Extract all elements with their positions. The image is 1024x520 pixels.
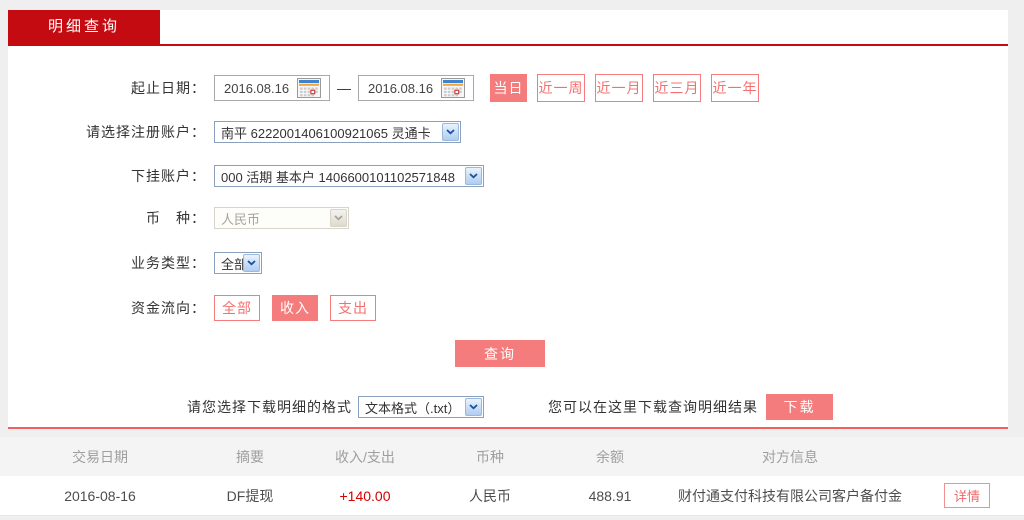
fund-flow-income-button[interactable]: 收入: [272, 294, 318, 321]
table-header-row: 交易日期 摘要 收入/支出 币种 余额 对方信息: [0, 437, 1024, 476]
currency-value: 人民币: [221, 211, 261, 227]
header-balance: 余额: [596, 448, 624, 465]
business-type-row: 业务类型： 全部: [0, 251, 1000, 275]
cell-balance: 488.91: [588, 487, 632, 504]
end-date-field: [358, 75, 474, 101]
business-type-select[interactable]: 全部: [214, 252, 262, 274]
sub-account-label: 下挂账户：: [131, 168, 206, 184]
download-row: 请您选择下载明细的格式 文本格式（.txt） 您可以在这里下载查询明细结果 下载: [0, 394, 1000, 420]
end-date-input[interactable]: [359, 80, 441, 96]
tab-underline: [8, 44, 1008, 46]
panel-bottom-divider: [8, 427, 1008, 429]
chevron-down-icon: [243, 254, 260, 272]
date-range-row: 起止日期： —: [0, 74, 1000, 102]
start-date-input[interactable]: [215, 80, 297, 96]
chevron-down-icon: [442, 123, 459, 141]
fund-flow-label: 资金流向：: [131, 299, 206, 316]
cell-currency: 人民币: [469, 487, 511, 504]
download-hint: 您可以在这里下载查询明细结果: [548, 399, 758, 415]
detail-button[interactable]: 详情: [943, 483, 990, 508]
range-last-week-button[interactable]: 近一周: [537, 74, 585, 102]
register-account-row: 请选择注册账户： 南平 6222001406100921065 灵通卡: [0, 120, 1000, 144]
header-summary: 摘要: [236, 448, 264, 465]
header-income-expense: 收入/支出: [335, 448, 395, 465]
register-account-select[interactable]: 南平 6222001406100921065 灵通卡: [214, 121, 461, 143]
download-format-value: 文本格式（.txt）: [365, 400, 461, 416]
business-type-label: 业务类型：: [131, 255, 206, 271]
cell-counterparty: 财付通支付科技有限公司客户备付金: [678, 487, 902, 504]
fund-flow-expense-button[interactable]: 支出: [330, 294, 376, 321]
header-counterparty: 对方信息: [762, 448, 818, 465]
date-separator: —: [337, 80, 351, 96]
sub-account-value: 000 活期 基本户 1406600101102571848: [221, 169, 455, 185]
header-transaction-date: 交易日期: [72, 448, 128, 465]
fund-flow-all-button[interactable]: 全部: [214, 294, 260, 321]
cell-transaction-date: 2016-08-16: [64, 487, 136, 504]
cell-actions: 详情: [910, 483, 1024, 508]
currency-row: 币 种： 人民币: [0, 206, 1000, 230]
business-type-value: 全部: [221, 256, 243, 272]
chevron-down-icon: [465, 167, 482, 185]
query-button-row: 查询: [0, 340, 1000, 367]
range-last-month-button[interactable]: 近一月: [595, 74, 643, 102]
end-date-calendar-icon[interactable]: [441, 78, 465, 98]
results-table: 交易日期 摘要 收入/支出 币种 余额 对方信息 2016-08-16 DF提现…: [0, 437, 1024, 516]
download-button[interactable]: 下载: [766, 394, 833, 420]
header-currency: 币种: [476, 448, 504, 465]
detail-query-page: 明细查询 起止日期： —: [0, 0, 1024, 520]
query-button[interactable]: 查询: [455, 340, 545, 367]
chevron-down-icon: [465, 398, 482, 416]
cell-amount: +140.00: [339, 487, 391, 504]
chevron-down-icon: [330, 209, 347, 227]
fund-flow-row: 资金流向： 全部 收入 支出: [0, 294, 1000, 321]
start-date-field: [214, 75, 330, 101]
register-account-value: 南平 6222001406100921065 灵通卡: [221, 125, 431, 141]
table-row: 2016-08-16 DF提现 +140.00 人民币 488.91 财付通支付…: [0, 476, 1024, 516]
date-range-label: 起止日期：: [131, 80, 206, 96]
start-date-calendar-icon[interactable]: [297, 78, 321, 98]
range-last-3-months-button[interactable]: 近三月: [653, 74, 701, 102]
tab-detail-query[interactable]: 明细查询: [8, 10, 160, 44]
currency-select: 人民币: [214, 207, 349, 229]
sub-account-select[interactable]: 000 活期 基本户 1406600101102571848: [214, 165, 484, 187]
cell-summary: DF提现: [226, 487, 274, 504]
register-account-label: 请选择注册账户：: [86, 124, 206, 140]
sub-account-row: 下挂账户： 000 活期 基本户 1406600101102571848: [0, 164, 1000, 188]
currency-label: 币 种：: [146, 210, 206, 226]
download-format-label: 请您选择下载明细的格式: [187, 399, 352, 415]
range-last-year-button[interactable]: 近一年: [711, 74, 759, 102]
range-today-button[interactable]: 当日: [490, 74, 527, 102]
download-format-select[interactable]: 文本格式（.txt）: [358, 396, 484, 418]
